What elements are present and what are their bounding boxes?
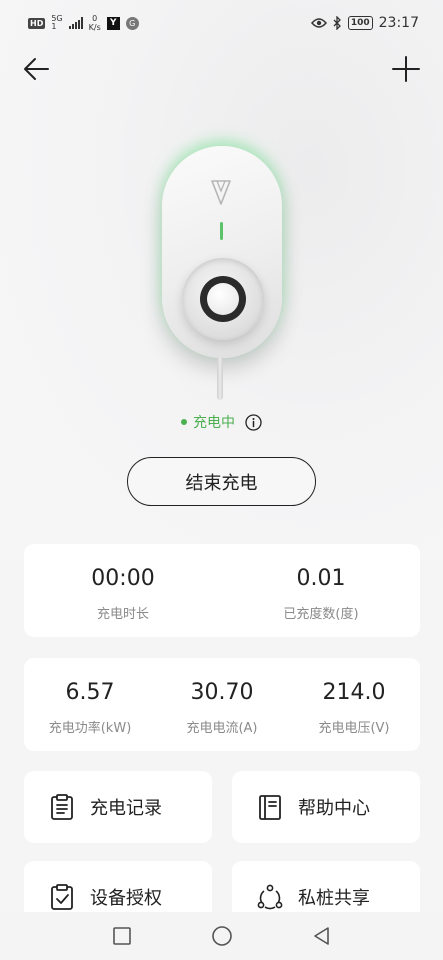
stat-label: 充电功率(kW) [48,721,132,736]
back-triangle-icon[interactable] [311,925,333,947]
signal-type: 5G 1 [51,15,62,31]
stat-value: 30.70 [190,680,254,705]
stats-card-secondary: 6.57 充电功率(kW) 30.70 充电电流(A) 214.0 充电电压(V… [24,658,420,751]
charging-records-button[interactable]: 充电记录 [24,771,212,843]
charger-cable [217,356,223,400]
stat-value: 0.01 [296,566,346,591]
battery-icon: 100 [347,16,373,30]
charger-port-core [207,283,239,315]
tile-label: 设备授权 [90,888,162,909]
info-icon[interactable] [245,413,262,431]
stat-value: 214.0 [322,680,386,705]
bluetooth-icon [333,16,341,30]
stat-label: 充电电压(V) [318,721,390,736]
stat-label: 充电电流(A) [186,721,258,736]
app-notification-icon-2: G [125,16,139,30]
stat-power: 6.57 充电功率(kW) [24,680,156,751]
end-charging-button[interactable]: 结束充电 [127,457,316,506]
home-icon[interactable] [211,925,233,947]
book-icon [259,795,281,820]
brand-logo-icon [211,180,231,205]
stats-card-primary: 00:00 充电时长 0.01 已充度数(度) [24,544,420,637]
tile-label: 帮助中心 [298,798,370,819]
charging-indicator-led [220,222,223,240]
speed-unit: K/s [88,23,101,32]
clock: 23:17 [378,15,419,31]
arrow-left-icon[interactable] [22,54,52,84]
system-navigation-bar [0,912,443,960]
signal-icon [68,17,83,29]
plus-icon[interactable] [391,54,421,84]
stat-value: 00:00 [91,566,155,591]
share-icon [257,884,283,910]
stat-label: 充电时长 [96,607,149,622]
tile-label: 充电记录 [90,798,162,819]
clipboard-check-icon [51,884,73,910]
hd-badge: HD [28,17,46,29]
app-notification-icon: Y [106,16,120,30]
clipboard-icon [51,794,73,820]
charger-illustration [150,140,300,400]
stat-label: 已充度数(度) [283,607,359,622]
charging-status: 充电中 [0,412,443,432]
stat-value: 6.57 [65,680,115,705]
tile-label: 私桩共享 [298,888,370,909]
status-dot [181,419,187,425]
recent-apps-icon[interactable] [111,925,133,947]
stat-voltage: 214.0 充电电压(V) [288,680,420,751]
network-speed: 0 K/s [89,14,101,32]
status-bar: HD 5G 1 0 K/s Y G 100 23:17 [0,0,443,46]
charging-status-text: 充电中 [193,415,235,431]
help-center-button[interactable]: 帮助中心 [232,771,420,843]
speed-value: 0 [92,14,98,23]
stat-charging-duration: 00:00 充电时长 [24,566,222,637]
stat-current: 30.70 充电电流(A) [156,680,288,751]
signal-sub: 1 [51,22,57,31]
stat-energy-charged: 0.01 已充度数(度) [222,566,420,637]
eye-icon [310,18,327,28]
